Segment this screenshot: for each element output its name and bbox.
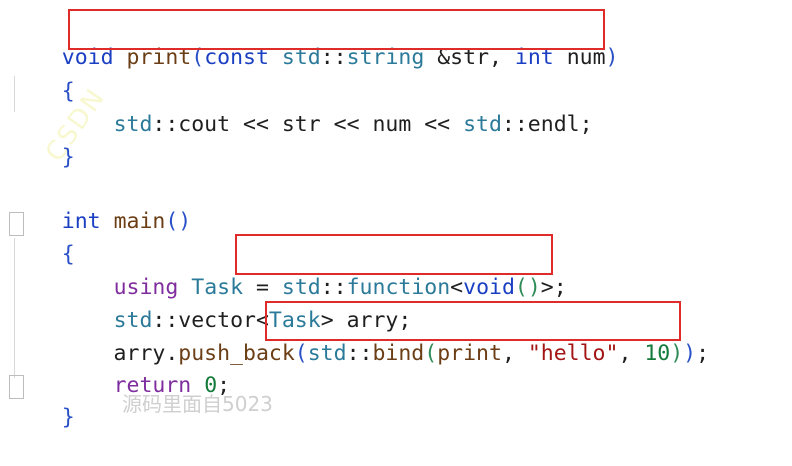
code-line-6: { [10,207,75,267]
code-line-1: void print(const std::string &str, int n… [10,10,619,70]
token-scope: :: [320,45,347,70]
code-line-2: { [10,44,75,104]
token-scope: :: [346,341,373,366]
token-std: std [463,112,502,137]
token-paren-close: ) [683,341,697,366]
code-line-4: } [10,110,75,170]
token-main: main [113,209,166,234]
token-paren-open: ( [294,341,308,366]
token-num-param: num [553,45,606,70]
code-line-5: int main() [10,174,191,234]
token-print: print [437,341,502,366]
token-int: int [514,45,554,70]
code-line-7: using Task = std::function<void()>; [10,240,567,300]
token-angle-open: < [450,275,464,300]
token-angle-close: >; [540,275,567,300]
code-line-8: std::vector<Task> arry; [10,273,412,333]
token-string-type: string [346,45,425,70]
token-hello-string: "hello" [527,341,619,366]
token-const: const [204,45,269,70]
code-line-3: std::cout << str << num << std::endl; [10,77,593,137]
token-std: std [307,341,347,366]
code-line-9: arry.push_back(std::bind(print, "hello",… [10,306,710,366]
token-void: void [463,275,515,300]
code-editor[interactable]: CSDN void print(const std::string &str, … [0,0,792,430]
token-print: print [126,45,192,70]
token-semicolon: ; [696,341,710,366]
token-paren-close: ) [670,341,684,366]
token-paren-open: ( [424,341,438,366]
token-bind: bind [372,341,425,366]
token-comma: , [618,341,645,366]
token-paren-open: ( [191,45,205,70]
token-comma: , [501,341,528,366]
token-parens: () [165,209,192,234]
token-str-param: &str, [424,45,515,70]
token-std: std [281,45,321,70]
token-brace-close: } [61,405,75,430]
token-std: std [113,112,153,137]
code-line-11: } [10,370,75,430]
token-number-10: 10 [644,341,671,366]
token-parens: () [514,275,541,300]
token-brace-close: } [61,145,75,170]
token-endl: ::endl; [501,112,593,137]
token-paren-close: ) [605,45,619,70]
code-line-10: return 0; [10,338,231,398]
token-cout-expr: ::cout << str << num << [152,112,464,137]
